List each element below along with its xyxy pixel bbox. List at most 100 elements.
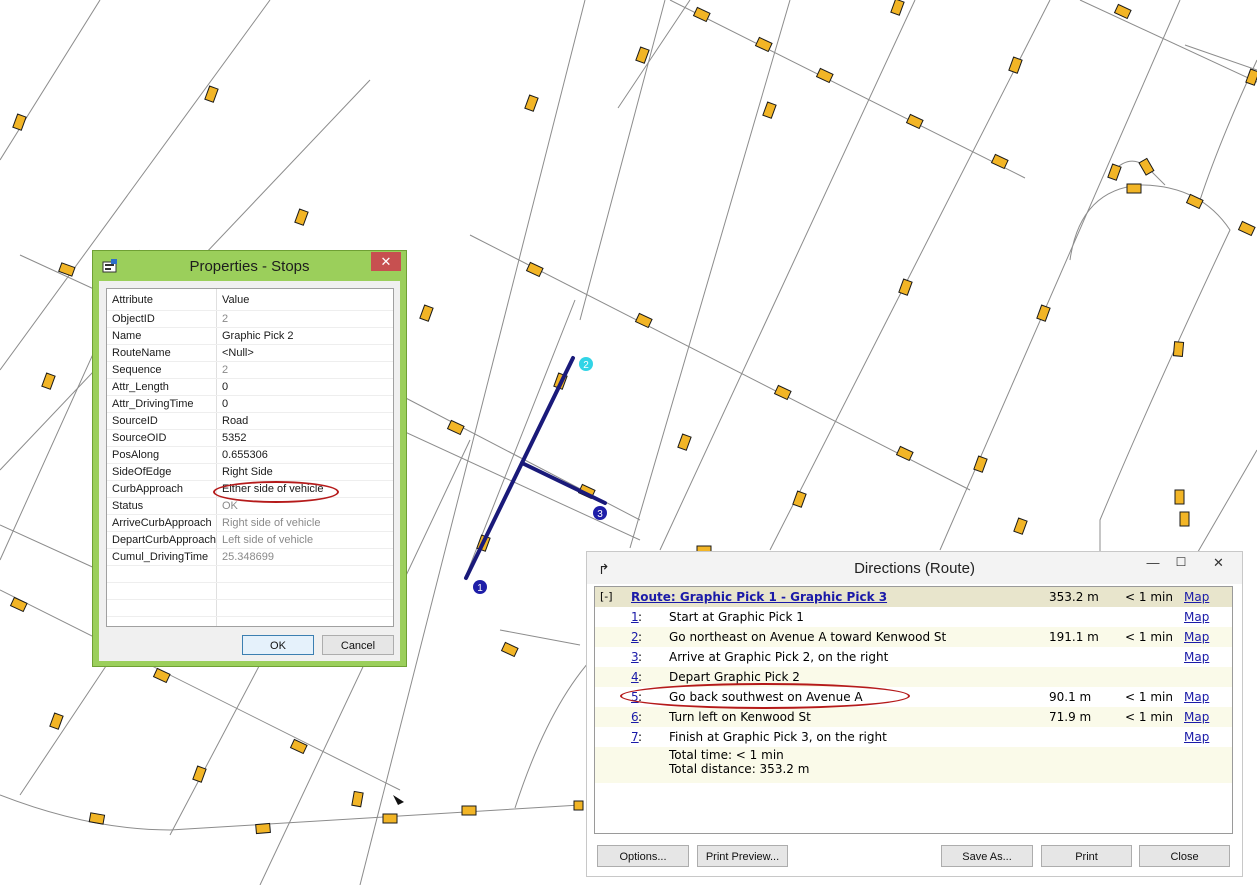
attribute-name: PosAlong xyxy=(107,446,217,464)
stop-label-2: 2 xyxy=(583,360,589,371)
attribute-value: 2 xyxy=(216,361,393,379)
attribute-value[interactable]: Right Side xyxy=(216,463,393,481)
attribute-value[interactable]: <Null> xyxy=(216,344,393,362)
attribute-name: Cumul_DrivingTime xyxy=(107,548,217,566)
step-text: Finish at Graphic Pick 3, on the right xyxy=(669,730,887,744)
maximize-button[interactable]: ☐ xyxy=(1171,555,1191,573)
attribute-row[interactable]: ObjectID 2 xyxy=(107,310,393,328)
attribute-row[interactable]: Attr_DrivingTime 0 xyxy=(107,395,393,413)
attribute-value[interactable]: Road xyxy=(216,412,393,430)
route-time: < 1 min xyxy=(1125,590,1173,604)
step-map-link[interactable]: Map xyxy=(1184,630,1209,644)
route-totals: Total time: < 1 min Total distance: 353.… xyxy=(595,747,1232,783)
direction-step-row: 2: Go northeast on Avenue A toward Kenwo… xyxy=(595,627,1232,647)
step-map-link[interactable]: Map xyxy=(1184,650,1209,664)
directions-close-icon-button[interactable]: ✕ xyxy=(1199,553,1238,573)
attribute-row[interactable]: SourceID Road xyxy=(107,412,393,430)
attribute-value[interactable]: 5352 xyxy=(216,429,393,447)
stop-label-3: 3 xyxy=(597,509,603,520)
attribute-row[interactable]: RouteName <Null> xyxy=(107,344,393,362)
step-text: Turn left on Kenwood St xyxy=(669,710,811,724)
attribute-row[interactable]: SideOfEdge Right Side xyxy=(107,463,393,481)
stop-marker-3[interactable]: 3 xyxy=(593,506,607,520)
attribute-name: Attr_DrivingTime xyxy=(107,395,217,413)
properties-titlebar[interactable]: Properties - Stops ✕ xyxy=(93,251,406,281)
curb-approach-highlight xyxy=(213,481,339,503)
one-way-arrow-icon xyxy=(393,795,404,805)
print-preview-button[interactable]: Print Preview... xyxy=(697,845,788,867)
empty-cell xyxy=(107,565,217,583)
route-name-link[interactable]: Route: Graphic Pick 1 - Graphic Pick 3 xyxy=(631,590,887,604)
direction-step-row: 6: Turn left on Kenwood St 71.9 m < 1 mi… xyxy=(595,707,1232,727)
direction-step-row: 7: Finish at Graphic Pick 3, on the righ… xyxy=(631,730,1210,744)
attribute-row[interactable]: ArriveCurbApproach Right side of vehicle xyxy=(107,514,393,532)
route-summary-row: [-] Route: Graphic Pick 1 - Graphic Pick… xyxy=(595,587,1232,607)
total-distance: Total distance: 353.2 m xyxy=(669,762,810,776)
step-text: Arrive at Graphic Pick 2, on the right xyxy=(669,650,889,664)
empty-cell xyxy=(107,599,217,617)
attribute-grid-header: Attribute Value xyxy=(107,289,393,311)
attribute-name: ObjectID xyxy=(107,310,217,328)
stop-label-1: 1 xyxy=(477,583,483,594)
route-map-link[interactable]: Map xyxy=(1184,590,1209,604)
empty-row xyxy=(107,616,393,626)
direction-step-row: 1: Start at Graphic Pick 1 Map xyxy=(631,610,1210,624)
attribute-value[interactable]: Graphic Pick 2 xyxy=(216,327,393,345)
close-button[interactable]: Close xyxy=(1139,845,1230,867)
empty-cell xyxy=(216,565,393,583)
attribute-row[interactable]: Name Graphic Pick 2 xyxy=(107,327,393,345)
properties-close-button[interactable]: ✕ xyxy=(371,252,401,271)
empty-row xyxy=(107,599,393,617)
attribute-value: Left side of vehicle xyxy=(216,531,393,549)
ok-button[interactable]: OK xyxy=(242,635,314,655)
attribute-row[interactable]: DepartCurbApproach Left side of vehicle xyxy=(107,531,393,549)
attribute-row[interactable]: Attr_Length 0 xyxy=(107,378,393,396)
collapse-toggle[interactable]: [-] xyxy=(600,590,613,603)
empty-cell xyxy=(107,582,217,600)
save-as-button[interactable]: Save As... xyxy=(941,845,1033,867)
properties-title: Properties - Stops xyxy=(189,258,310,275)
step-5-highlight xyxy=(620,683,910,709)
step-map-link[interactable]: Map xyxy=(1184,610,1209,624)
step-text: Go northeast on Avenue A toward Kenwood … xyxy=(669,630,947,644)
attribute-row[interactable]: PosAlong 0.655306 xyxy=(107,446,393,464)
step-map-link[interactable]: Map xyxy=(1184,710,1209,724)
step-time: < 1 min xyxy=(1125,630,1173,644)
step-map-link[interactable]: Map xyxy=(1184,730,1209,744)
column-header-attribute: Attribute xyxy=(107,289,217,311)
attribute-name: Status xyxy=(107,497,217,515)
attribute-name: DepartCurbApproach xyxy=(107,531,217,549)
attribute-value: 2 xyxy=(216,310,393,328)
step-map-link[interactable]: Map xyxy=(1184,690,1209,704)
step-distance: 191.1 m xyxy=(1049,630,1099,644)
attribute-value[interactable]: 0 xyxy=(216,395,393,413)
step-time: < 1 min xyxy=(1125,690,1173,704)
directions-window: ↱ Directions (Route) — ☐ ✕ [-] Route: Gr… xyxy=(586,551,1243,877)
attribute-value[interactable]: 0.655306 xyxy=(216,446,393,464)
empty-row xyxy=(107,565,393,583)
attribute-value: 25.348699 xyxy=(216,548,393,566)
empty-cell xyxy=(107,616,217,626)
attribute-name: SourceOID xyxy=(107,429,217,447)
step-distance: 90.1 m xyxy=(1049,690,1092,704)
attribute-name: Name xyxy=(107,327,217,345)
attribute-value[interactable]: 0 xyxy=(216,378,393,396)
attribute-row[interactable]: Cumul_DrivingTime 25.348699 xyxy=(107,548,393,566)
step-time: < 1 min xyxy=(1125,710,1173,724)
cancel-button[interactable]: Cancel xyxy=(322,635,394,655)
attribute-name: SourceID xyxy=(107,412,217,430)
stop-marker-1[interactable]: 1 xyxy=(473,580,487,594)
attribute-name: Sequence xyxy=(107,361,217,379)
attribute-name: Attr_Length xyxy=(107,378,217,396)
attribute-row[interactable]: Sequence 2 xyxy=(107,361,393,379)
attribute-row[interactable]: SourceOID 5352 xyxy=(107,429,393,447)
options-button[interactable]: Options... xyxy=(597,845,689,867)
empty-cell xyxy=(216,582,393,600)
minimize-button[interactable]: — xyxy=(1143,555,1163,573)
directions-list[interactable]: [-] Route: Graphic Pick 1 - Graphic Pick… xyxy=(594,586,1233,834)
attribute-grid[interactable]: Attribute Value ObjectID 2 Name Graphic Pi… xyxy=(106,288,394,627)
stop-marker-2[interactable]: 2 xyxy=(579,357,593,371)
print-button[interactable]: Print xyxy=(1041,845,1132,867)
directions-titlebar[interactable]: ↱ Directions (Route) — ☐ ✕ xyxy=(587,552,1242,584)
column-header-value: Value xyxy=(216,289,393,311)
